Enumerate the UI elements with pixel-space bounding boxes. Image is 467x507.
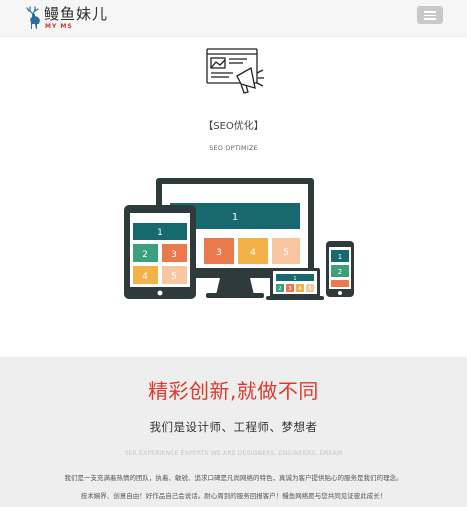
laptop-tile-label: 1 — [293, 276, 296, 282]
laptop-tile-label: 4 — [298, 286, 301, 292]
top-navbar: 鳗鱼妹儿 MY MS — [0, 0, 467, 37]
desktop-tile-label: 5 — [283, 248, 289, 258]
tablet-device: 1 2 3 4 5 — [124, 205, 196, 299]
desktop-tile-label: 3 — [216, 248, 222, 258]
deer-logo-icon[interactable] — [23, 5, 45, 31]
desktop-tile-label: 4 — [250, 248, 256, 258]
menu-bar-icon — [424, 11, 436, 13]
laptop-tile-label: 3 — [288, 286, 291, 292]
tablet-tile-label: 2 — [142, 250, 148, 260]
menu-bar-icon — [424, 18, 436, 20]
laptop-tile-label: 2 — [278, 286, 281, 292]
laptop-tile-label: 5 — [308, 286, 311, 292]
phone-tile-label: 2 — [338, 268, 342, 276]
seo-subtitle: SEO OPTIMIZE — [209, 144, 258, 152]
about-tagline: 我们是设计师、工程师、梦想者 — [149, 420, 318, 434]
about-description-line-1: 我们是一支充满着热情的团队，执着、敏锐、追求口碑是凡尚网络的特色，真诚为客户提供… — [64, 474, 403, 482]
menu-bar-icon — [424, 14, 436, 16]
about-slogan: 精彩创新,就做不同 — [148, 379, 319, 403]
phone-tile-label: 1 — [338, 253, 342, 261]
hamburger-menu-button[interactable] — [417, 6, 443, 24]
phone-device: 1 2 — [326, 241, 354, 297]
about-description-line-2: 技术娴界、创意自由！好作品自己会说话。耐心周到的服务回报客户！鳗鱼网络愿与您共同… — [80, 492, 387, 500]
page: 鳗鱼妹儿 MY MS 【SEO优化】 SEO OPTIMIZE 1 3 4 5 … — [0, 0, 467, 507]
logo-name[interactable]: 鳗鱼妹儿 — [44, 6, 108, 22]
seo-title: 【SEO优化】 — [203, 121, 264, 132]
responsive-devices-illustration: 1 3 4 5 1 2 3 4 5 1 2 3 4 5 1 2 — [124, 178, 354, 300]
seo-megaphone-monitor-icon — [206, 48, 264, 94]
about-english-line: SER EXPERIENCE EXPERTS WE ARE DESIGNERS,… — [124, 450, 343, 457]
tablet-tile-label: 5 — [171, 272, 177, 282]
desktop-tile-label: 1 — [232, 212, 238, 223]
tablet-tile-label: 4 — [142, 272, 148, 282]
tablet-tile-label: 3 — [171, 250, 177, 260]
laptop-device: 1 2 3 4 5 — [266, 268, 324, 300]
logo-subtitle: MY MS — [45, 23, 73, 30]
tablet-tile-label: 1 — [157, 228, 163, 238]
